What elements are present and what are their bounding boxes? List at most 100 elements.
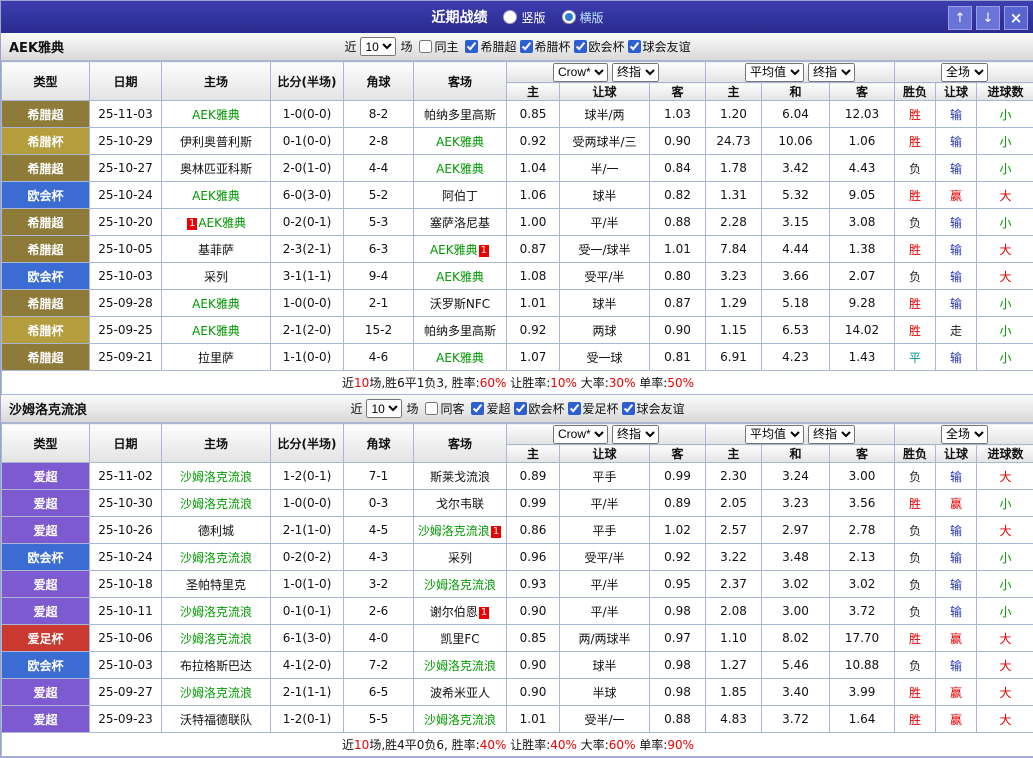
team-link[interactable]: 沙姆洛克流浪 — [180, 497, 252, 511]
same-side-checkbox[interactable]: 同客 — [422, 400, 464, 417]
same-side-input[interactable] — [419, 40, 432, 53]
league-checkbox-input[interactable] — [520, 40, 533, 53]
team-link[interactable]: AEK雅典 — [436, 351, 484, 365]
team-link[interactable]: 拉里萨 — [198, 351, 234, 365]
team-link[interactable]: 斯莱戈流浪 — [430, 470, 490, 484]
move-down-button[interactable]: ↓ — [976, 6, 1000, 30]
league-checkbox-input[interactable] — [514, 402, 527, 415]
team-link[interactable]: 帕纳多里高斯 — [424, 108, 496, 122]
league-cell: 希腊超 — [2, 290, 90, 317]
full-match-select[interactable]: 全场 — [941, 63, 988, 82]
team-link[interactable]: 奥林匹亚科斯 — [180, 162, 252, 176]
col-score: 比分(半场) — [271, 62, 344, 101]
away-team-cell: AEK雅典1 — [414, 236, 507, 263]
team-link[interactable]: 波希米亚人 — [430, 686, 490, 700]
league-filter-checkbox[interactable]: 希腊超 — [462, 38, 516, 55]
team-link[interactable]: 沙姆洛克流浪 — [424, 578, 496, 592]
handicap-odds-cell: 0.98 — [650, 598, 706, 625]
team-link[interactable]: 沙姆洛克流浪 — [180, 632, 252, 646]
team-link[interactable]: 沙姆洛克流浪 — [180, 605, 252, 619]
league-cell: 欧会杯 — [2, 652, 90, 679]
team-link[interactable]: 布拉格斯巴达 — [180, 659, 252, 673]
euro-odds-group: 平均值终指 — [706, 424, 895, 445]
league-filter-checkbox[interactable]: 球会友谊 — [619, 400, 685, 417]
radio-icon[interactable] — [562, 10, 576, 24]
team-link[interactable]: 采列 — [448, 551, 472, 565]
close-button[interactable]: × — [1004, 6, 1028, 30]
radio-icon[interactable] — [503, 10, 517, 24]
result-cell: 小 — [977, 544, 1033, 571]
team-link[interactable]: 采列 — [204, 270, 228, 284]
layout-radio[interactable]: 横版 — [562, 9, 604, 26]
league-filter-checkbox[interactable]: 希腊杯 — [517, 38, 571, 55]
team-link[interactable]: AEK雅典 — [192, 108, 240, 122]
league-checkbox-input[interactable] — [471, 402, 484, 415]
league-checkbox-input[interactable] — [568, 402, 581, 415]
league-filter-checkbox[interactable]: 爱足杯 — [565, 400, 619, 417]
bookmaker-select[interactable]: Crow* — [553, 425, 608, 444]
handicap-odds-cell: 受一球 — [560, 344, 650, 371]
team-link[interactable]: 谢尔伯恩 — [430, 605, 478, 619]
team-link[interactable]: 沙姆洛克流浪 — [180, 551, 252, 565]
radio-label: 竖版 — [521, 9, 545, 26]
result-cell: 负 — [895, 544, 936, 571]
league-filter-checkbox[interactable]: 欧会杯 — [571, 38, 625, 55]
team-link[interactable]: 帕纳多里高斯 — [424, 324, 496, 338]
same-side-input[interactable] — [425, 402, 438, 415]
full-match-select[interactable]: 全场 — [941, 425, 988, 444]
average-select[interactable]: 平均值 — [745, 425, 804, 444]
red-card-badge: 1 — [479, 245, 489, 257]
layout-radio[interactable]: 竖版 — [503, 9, 545, 26]
team-link[interactable]: AEK雅典 — [430, 243, 478, 257]
odds-time-select-2[interactable]: 终指 — [808, 425, 855, 444]
team-link[interactable]: 沃特福德联队 — [180, 713, 252, 727]
team-link[interactable]: 戈尔韦联 — [436, 497, 484, 511]
team-link[interactable]: 沙姆洛克流浪 — [180, 470, 252, 484]
team-link[interactable]: AEK雅典 — [436, 270, 484, 284]
result-cell: 输 — [936, 344, 977, 371]
home-team-cell: 拉里萨 — [162, 344, 271, 371]
move-up-button[interactable]: ↑ — [948, 6, 972, 30]
team-link[interactable]: 沙姆洛克流浪 — [180, 686, 252, 700]
score-cell: 2-0(1-0) — [271, 155, 344, 182]
league-filter-checkbox[interactable]: 球会友谊 — [625, 38, 691, 55]
team-link[interactable]: 塞萨洛尼基 — [430, 216, 490, 230]
league-checkbox-input[interactable] — [465, 40, 478, 53]
team-link[interactable]: 沙姆洛克流浪 — [418, 524, 490, 538]
league-checkbox-input[interactable] — [622, 402, 635, 415]
handicap-odds-cell: 受两球半/三 — [560, 128, 650, 155]
team-link[interactable]: 沙姆洛克流浪 — [424, 659, 496, 673]
score-cell: 1-0(0-0) — [271, 101, 344, 128]
team-link[interactable]: 沙姆洛克流浪 — [424, 713, 496, 727]
bookmaker-select[interactable]: Crow* — [553, 63, 608, 82]
team-link[interactable]: 圣帕特里克 — [186, 578, 246, 592]
team-link[interactable]: 伊利奥普利斯 — [180, 135, 252, 149]
result-cell: 赢 — [936, 490, 977, 517]
league-checkbox-input[interactable] — [628, 40, 641, 53]
same-side-checkbox[interactable]: 同主 — [416, 38, 458, 55]
team-link[interactable]: AEK雅典 — [436, 135, 484, 149]
recent-count-select[interactable]: 10 — [366, 399, 402, 418]
handicap-odds-cell: 0.90 — [507, 679, 560, 706]
odds-time-select[interactable]: 终指 — [612, 63, 659, 82]
euro-odds-cell: 5.46 — [762, 652, 830, 679]
odds-time-select-2[interactable]: 终指 — [808, 63, 855, 82]
league-cell: 欧会杯 — [2, 182, 90, 209]
odds-time-select[interactable]: 终指 — [612, 425, 659, 444]
result-cell: 小 — [977, 128, 1033, 155]
league-filter-checkbox[interactable]: 爱超 — [468, 400, 510, 417]
team-link[interactable]: AEK雅典 — [198, 216, 246, 230]
team-link[interactable]: 基菲萨 — [198, 243, 234, 257]
team-link[interactable]: AEK雅典 — [436, 162, 484, 176]
average-select[interactable]: 平均值 — [745, 63, 804, 82]
team-link[interactable]: 阿伯丁 — [442, 189, 478, 203]
team-link[interactable]: AEK雅典 — [192, 297, 240, 311]
league-filter-checkbox[interactable]: 欧会杯 — [511, 400, 565, 417]
team-link[interactable]: AEK雅典 — [192, 324, 240, 338]
league-checkbox-input[interactable] — [574, 40, 587, 53]
recent-count-select[interactable]: 10 — [360, 37, 396, 56]
team-link[interactable]: 凯里FC — [440, 632, 479, 646]
team-link[interactable]: 德利城 — [198, 524, 234, 538]
team-link[interactable]: 沃罗斯NFC — [430, 297, 490, 311]
team-link[interactable]: AEK雅典 — [192, 189, 240, 203]
